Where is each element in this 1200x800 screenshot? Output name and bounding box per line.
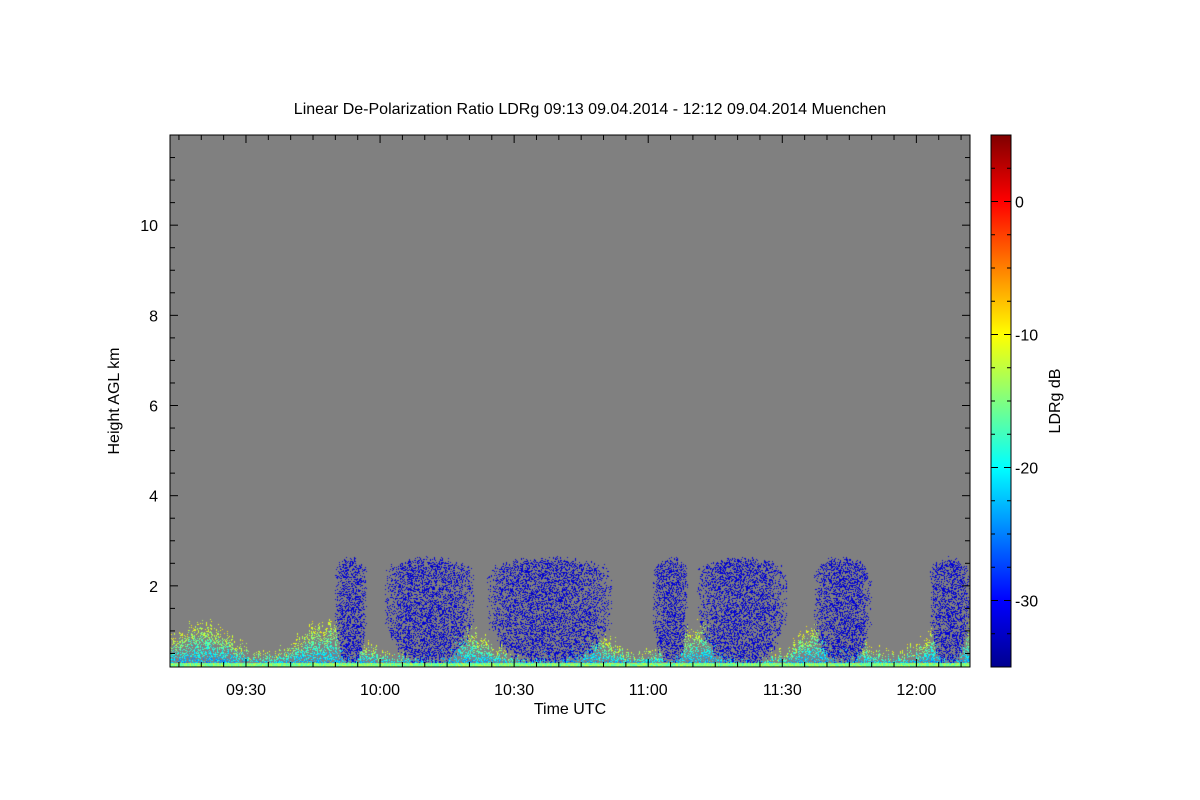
chart-title: Linear De-Polarization Ratio LDRg 09:13 … xyxy=(294,101,886,118)
x-tick-label: 11:30 xyxy=(763,682,802,699)
y-tick-label: 6 xyxy=(149,399,158,416)
x-axis-label: Time UTC xyxy=(534,701,606,718)
colorbar-label: LDRg dB xyxy=(1047,369,1064,434)
colorbar: 0 -10 -20 -30 LDRg dB xyxy=(990,134,1064,668)
x-tick-label: 12:00 xyxy=(896,682,936,699)
y-tick-label: 10 xyxy=(140,218,158,235)
x-tick-label: 09:30 xyxy=(226,682,266,699)
y-axis-label: Height AGL km xyxy=(106,347,123,454)
y-tick-label: 8 xyxy=(149,308,158,325)
ldr-heatmap-image xyxy=(170,135,970,667)
y-tick-label: 4 xyxy=(149,489,158,506)
y-tick-label: 2 xyxy=(149,579,158,596)
colorbar-tick-label: -20 xyxy=(1015,461,1038,478)
x-tick-label: 11:00 xyxy=(629,682,668,699)
colorbar-tick-label: -10 xyxy=(1015,328,1038,345)
plot-area xyxy=(169,134,971,668)
x-tick-label: 10:00 xyxy=(360,682,400,699)
ldr-chart: Linear De-Polarization Ratio LDRg 09:13 … xyxy=(106,101,1064,718)
colorbar-tick-label: -30 xyxy=(1015,594,1038,611)
x-tick-label: 10:30 xyxy=(494,682,534,699)
colorbar-tick-label: 0 xyxy=(1015,195,1024,212)
